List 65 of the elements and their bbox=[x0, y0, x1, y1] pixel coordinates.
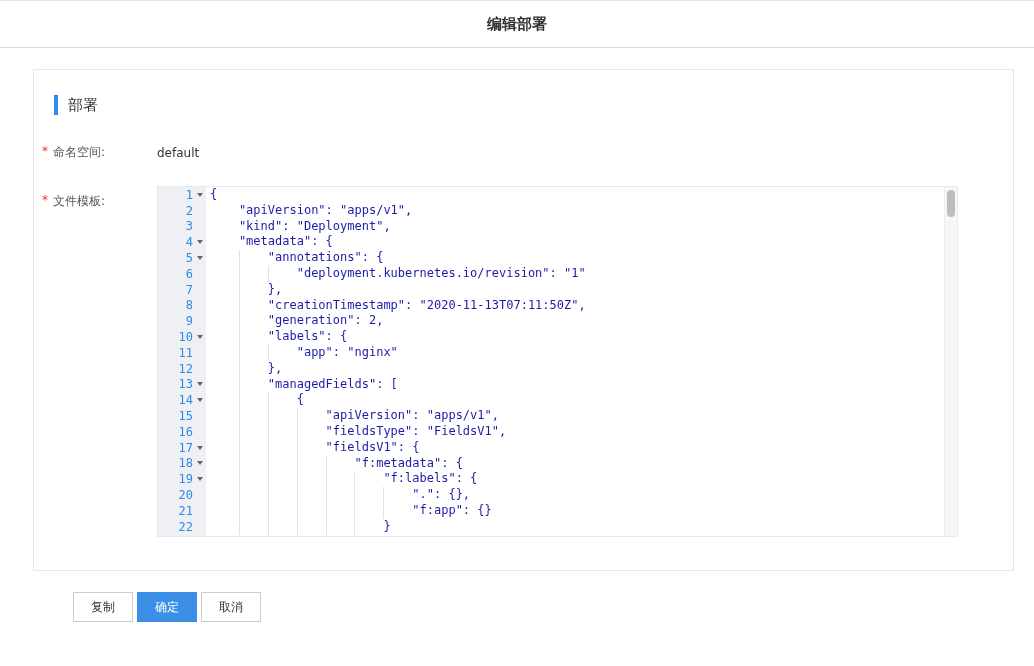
required-mark: * bbox=[42, 193, 48, 209]
code-line: "creationTimestamp": "2020-11-13T07:11:50Z", bbox=[266, 297, 586, 312]
code-line: "fieldsType": "FieldsV1", bbox=[324, 423, 507, 438]
fold-caret-icon[interactable] bbox=[196, 461, 203, 466]
code-line: "f:metadata": { bbox=[353, 455, 463, 470]
field-label: 文件模板: bbox=[53, 193, 106, 210]
line-number: 7 bbox=[185, 282, 193, 297]
section-marker-icon bbox=[54, 95, 58, 115]
action-button[interactable]: 复制 bbox=[73, 592, 133, 622]
code-line: "deployment.kubernetes.io/revision": "1" bbox=[295, 266, 586, 280]
line-number: 1 bbox=[185, 187, 193, 202]
code-line: "apiVersion": "apps/v1", bbox=[324, 408, 499, 423]
code-line: "kind": "Deployment", bbox=[237, 218, 391, 233]
line-number: 12 bbox=[178, 361, 193, 376]
line-number: 3 bbox=[185, 219, 193, 234]
line-number: 22 bbox=[178, 519, 193, 534]
code-line: }, bbox=[266, 360, 283, 375]
code-line: "app": "nginx" bbox=[295, 344, 398, 359]
fold-caret-icon[interactable] bbox=[196, 382, 203, 387]
code-line: ".": {}, bbox=[411, 487, 471, 502]
code-line: "apiVersion": "apps/v1", bbox=[237, 202, 413, 217]
fold-caret-icon[interactable] bbox=[196, 398, 203, 403]
line-number: 11 bbox=[178, 345, 193, 360]
line-number: 5 bbox=[185, 251, 193, 266]
code-line: "metadata": { bbox=[237, 234, 333, 249]
line-number: 14 bbox=[178, 393, 193, 408]
fold-caret-icon[interactable] bbox=[196, 335, 203, 340]
line-number: 9 bbox=[185, 314, 193, 329]
code-line: { bbox=[295, 392, 304, 407]
code-line: }, bbox=[266, 281, 283, 296]
line-number: 2 bbox=[185, 203, 193, 218]
section-title: 部署 bbox=[68, 95, 98, 115]
line-number: 17 bbox=[178, 440, 193, 455]
code-line: "managedFields": [ bbox=[266, 376, 398, 391]
scrollbar-thumb[interactable] bbox=[947, 190, 955, 217]
line-number: 6 bbox=[185, 266, 193, 281]
line-number: 20 bbox=[178, 488, 193, 503]
field-label: 命名空间: bbox=[53, 144, 106, 161]
field-value: default bbox=[157, 145, 200, 160]
fold-caret-icon[interactable] bbox=[196, 445, 203, 450]
line-number: 4 bbox=[185, 235, 193, 250]
line-number: 21 bbox=[178, 503, 193, 518]
line-number: 10 bbox=[178, 330, 193, 345]
line-number: 13 bbox=[178, 377, 193, 392]
required-mark: * bbox=[42, 144, 48, 160]
code-line: "fieldsV1": { bbox=[324, 439, 420, 454]
code-line: "labels": { bbox=[266, 329, 348, 344]
line-number: 16 bbox=[178, 424, 193, 439]
fold-caret-icon[interactable] bbox=[196, 240, 203, 245]
code-line: "generation": 2, bbox=[266, 313, 384, 328]
line-number: 18 bbox=[178, 456, 193, 471]
fold-caret-icon[interactable] bbox=[196, 256, 203, 261]
code-line: "f:app": {} bbox=[411, 502, 492, 517]
fold-caret-icon[interactable] bbox=[196, 192, 203, 197]
line-number: 8 bbox=[185, 298, 193, 313]
code-line: } bbox=[382, 518, 391, 533]
code-line: { bbox=[210, 187, 218, 201]
fold-caret-icon[interactable] bbox=[196, 477, 203, 482]
code-editor[interactable] bbox=[157, 186, 958, 537]
action-button[interactable]: 取消 bbox=[201, 592, 261, 622]
line-number: 15 bbox=[178, 409, 193, 424]
code-line: "annotations": { bbox=[266, 250, 384, 265]
line-number: 19 bbox=[178, 472, 193, 487]
code-line: "f:labels": { bbox=[382, 471, 478, 486]
page-title: 编辑部署 bbox=[487, 14, 547, 34]
